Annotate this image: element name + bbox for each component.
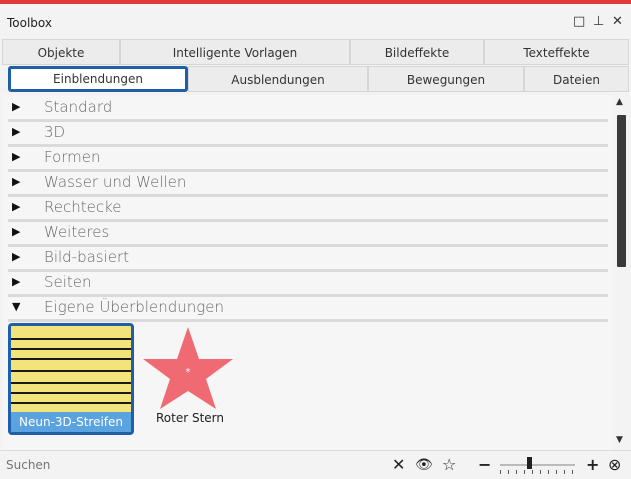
stripe [11,370,131,372]
divider [8,319,608,322]
tab-bildeffekte[interactable]: Bildeffekte [350,39,484,65]
stripe [11,402,131,404]
expand-arrow-icon: ▶ [12,100,21,113]
expand-arrow-icon: ▶ [12,175,21,188]
stripe [11,382,131,384]
transition-item-roter-stern[interactable]: * Roter Stern [140,323,240,435]
category-wasser-und-wellen[interactable]: ▶ Wasser und Wellen [8,172,608,197]
maximize-icon[interactable]: □ [573,14,585,29]
scroll-down-icon[interactable]: ▼ [616,435,623,445]
category-label: Formen [44,148,101,166]
eye-icon[interactable]: 👁 [415,457,433,473]
stripe [11,348,131,350]
tab-bewegungen[interactable]: Bewegungen [368,66,524,92]
toolbox-window: Toolbox □ ⊥ ✕ Objekte Intelligente Vorla… [0,0,631,479]
category-label: Seiten [44,273,92,291]
category-label: Standard [44,98,113,116]
bottom-toolbar: ✕ 👁 ☆ − + ⊗ [0,450,631,479]
scrollbar-thumb[interactable] [617,115,626,267]
tab-ausblendungen[interactable]: Ausblendungen [188,66,368,92]
search-input[interactable] [6,458,376,472]
category-formen[interactable]: ▶ Formen [8,147,608,172]
zoom-out-icon[interactable]: − [478,455,491,474]
transition-thumbnail [11,326,131,412]
category-seiten[interactable]: ▶ Seiten [8,272,608,297]
category-label: Weiteres [44,223,110,241]
clear-search-icon[interactable]: ✕ [392,455,405,474]
transition-label: Neun-3D-Streifen [11,412,131,432]
collapse-arrow-icon: ▼ [12,300,21,313]
zoom-in-icon[interactable]: + [586,455,599,474]
category-label: 3D [44,123,66,141]
stripe [11,338,131,340]
star-favorite-icon[interactable]: ☆ [442,455,456,474]
tab-row-2: Einblendungen Ausblendungen Bewegungen D… [2,66,629,93]
scroll-up-icon[interactable]: ▲ [616,97,623,107]
category-label: Wasser und Wellen [44,173,187,191]
window-title: Toolbox [7,16,52,30]
category-bild-basiert[interactable]: ▶ Bild-basiert [8,247,608,272]
tab-objekte[interactable]: Objekte [2,39,120,65]
zoom-reset-icon[interactable]: ⊗ [608,455,621,474]
category-standard[interactable]: ▶ Standard [8,97,608,122]
zoom-slider[interactable] [500,464,575,466]
title-bar: Toolbox □ ⊥ ✕ [0,4,631,38]
transition-item-neun-3d-streifen[interactable]: Neun-3D-Streifen [8,323,134,435]
star-icon: * [143,327,233,409]
vertical-scrollbar[interactable]: ▲ ▼ [612,95,629,450]
tab-einblendungen[interactable]: Einblendungen [8,66,188,92]
expand-arrow-icon: ▶ [12,125,21,138]
expand-arrow-icon: ▶ [12,150,21,163]
transition-label: Roter Stern [155,411,224,425]
stripe [11,392,131,394]
tab-dateien[interactable]: Dateien [524,66,629,92]
close-icon[interactable]: ✕ [612,14,623,29]
category-3d[interactable]: ▶ 3D [8,122,608,147]
zoom-ticks [500,470,575,474]
zoom-slider-knob[interactable] [526,457,532,469]
tab-row-1: Objekte Intelligente Vorlagen Bildeffekt… [2,39,629,66]
category-label: Bild-basiert [44,248,130,266]
tab-intelligente-vorlagen[interactable]: Intelligente Vorlagen [120,39,350,65]
category-rechtecke[interactable]: ▶ Rechtecke [8,197,608,222]
svg-text:*: * [186,367,191,378]
expand-arrow-icon: ▶ [12,275,21,288]
pin-icon[interactable]: ⊥ [593,14,604,29]
stripe [11,358,131,360]
category-eigene-ueberblendungen[interactable]: ▼ Eigene Überblendungen [8,297,608,322]
expand-arrow-icon: ▶ [12,225,21,238]
category-label: Eigene Überblendungen [44,298,224,316]
tab-texteffekte[interactable]: Texteffekte [484,39,629,65]
expand-arrow-icon: ▶ [12,200,21,213]
category-label: Rechtecke [44,198,122,216]
category-weiteres[interactable]: ▶ Weiteres [8,222,608,247]
expand-arrow-icon: ▶ [12,250,21,263]
